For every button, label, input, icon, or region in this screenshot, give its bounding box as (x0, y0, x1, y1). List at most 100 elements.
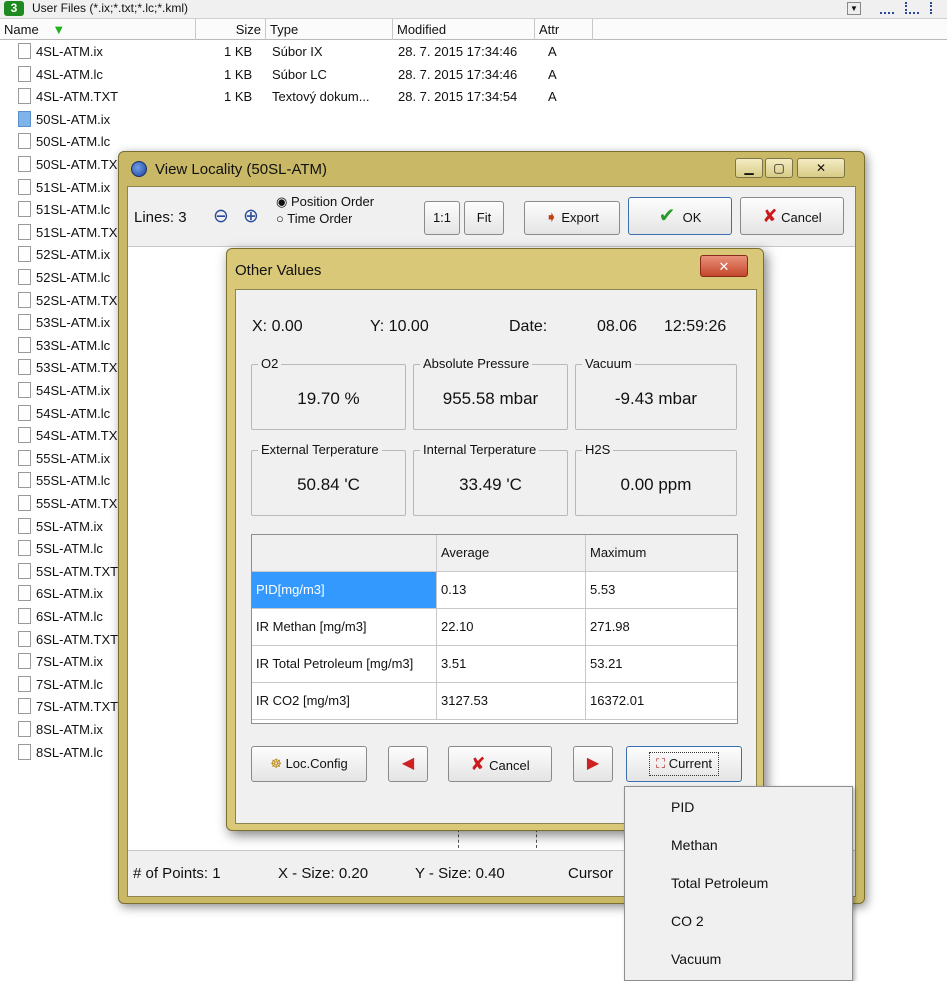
minimize-button[interactable]: ▁ (735, 158, 763, 178)
file-manager-toolbar: 3 User Files (*.ix;*.txt;*.lc;*.kml) ▼ (0, 0, 947, 18)
cancel-button[interactable]: ✘ Cancel (740, 197, 844, 235)
view-list-icon[interactable] (880, 2, 894, 14)
file-icon (18, 291, 31, 308)
internal-temperature-group: Internal Terperature 33.49 'C (413, 442, 568, 516)
menu-item[interactable]: Methan (627, 827, 851, 863)
file-icon (18, 223, 31, 240)
loc-config-button[interactable]: ☸ Loc.Config (251, 746, 367, 782)
file-icon (18, 43, 31, 59)
menu-item[interactable]: Vacuum (627, 941, 851, 977)
column-attr-header[interactable]: Attr (535, 19, 593, 40)
h2s-label: H2S (582, 442, 614, 457)
table-row-label[interactable]: IR Total Petroleum [mg/m3] (252, 646, 437, 683)
file-name: 7SL-ATM.TXT (36, 699, 119, 715)
next-arrow-button[interactable]: ▶ (573, 746, 613, 782)
file-row[interactable]: 4SL-ATM.TXT 1 KB Textový dokum... 28. 7. 20… (0, 86, 947, 109)
window-title: View Locality (50SL-ATM) (155, 161, 328, 178)
zoom-1to1-button[interactable]: 1:1 (424, 201, 460, 235)
table-row-label[interactable]: IR CO2 [mg/m3] (252, 683, 437, 720)
file-name: 53SL-ATM.TX (36, 360, 118, 376)
file-size: 1 KB (224, 89, 253, 105)
close-button[interactable]: ✕ (797, 158, 845, 178)
column-name-header[interactable]: Name ▼ (0, 19, 196, 40)
file-name: 52SL-ATM.TX (36, 292, 118, 308)
file-name: 8SL-ATM.lc (36, 744, 103, 760)
globe-icon (131, 161, 147, 177)
file-size: 1 KB (224, 44, 253, 59)
menu-item[interactable]: Total Petroleum (627, 865, 851, 901)
file-icon (18, 608, 31, 624)
file-icon (18, 472, 31, 489)
file-row[interactable]: 50SL-ATM.ix (0, 109, 947, 132)
file-icon (18, 721, 31, 737)
absolute-pressure-value: 955.58 mbar (442, 389, 539, 408)
time-order-label: Time Order (287, 211, 353, 225)
table-row-label[interactable]: IR Methan [mg/m3] (252, 609, 437, 646)
file-icon (18, 65, 31, 82)
view-icons-icon[interactable] (930, 2, 944, 14)
current-focus-box: ⛶ Current (648, 752, 720, 776)
file-size: 1 KB (224, 66, 253, 82)
fit-button[interactable]: Fit (464, 201, 504, 235)
file-row[interactable]: 4SL-ATM.lc 1 KB Súbor LC 28. 7. 2015 17:34:… (0, 64, 947, 87)
file-icon (18, 88, 31, 105)
window-titlebar[interactable]: View Locality (50SL-ATM) ▁ ▢ ✕ (119, 152, 864, 186)
time-order-radio[interactable]: ○ Time Order (276, 211, 352, 225)
file-name: 51SL-ATM.ix (36, 179, 111, 195)
file-row[interactable]: 4SL-ATM.ix 1 KB Súbor IX 28. 7. 2015 17:34:… (0, 41, 947, 64)
h2s-value: 0.00 ppm (620, 475, 692, 494)
radio-checked-icon: ◉ (276, 194, 291, 209)
current-button[interactable]: ⛶ Current (626, 746, 742, 782)
dropdown-arrow-icon[interactable]: ▼ (847, 2, 861, 15)
file-name: 51SL-ATM.TX (36, 224, 118, 240)
dialog-cancel-button[interactable]: ✘ Cancel (448, 746, 552, 782)
cancel-x-icon: ✘ (470, 754, 486, 774)
o2-label: O2 (258, 356, 282, 371)
file-icon (18, 540, 31, 557)
file-name: 4SL-ATM.lc (36, 66, 103, 82)
previous-arrow-button[interactable]: ◀ (388, 746, 428, 782)
table-header-maximum: Maximum (586, 535, 737, 572)
o2-value: 19.70 % (297, 389, 360, 408)
internal-temperature-value: 33.49 'C (459, 475, 522, 494)
file-name: 7SL-ATM.lc (36, 676, 103, 692)
file-icon (18, 336, 31, 353)
maximize-button[interactable]: ▢ (765, 158, 793, 178)
zoom-out-icon[interactable]: ⊖ (213, 205, 235, 227)
vacuum-group: Vacuum -9.43 mbar (575, 356, 737, 430)
ok-button[interactable]: ✔ OK (628, 197, 732, 235)
menu-item[interactable]: PID (627, 789, 851, 825)
file-filter-dropdown[interactable]: User Files (*.ix;*.txt;*.lc;*.kml) (28, 0, 808, 17)
table-cell: 5.53 (586, 572, 737, 609)
file-icon (18, 110, 31, 127)
file-icon (18, 495, 31, 511)
column-type-header[interactable]: Type (266, 19, 393, 40)
table-cell: 16372.01 (586, 683, 737, 720)
zoom-in-icon[interactable]: ⊕ (243, 205, 265, 227)
file-attr: A (548, 66, 557, 82)
dialog-close-button[interactable]: ✕ (700, 255, 748, 277)
file-name: 54SL-ATM.TX (36, 428, 118, 444)
table-cell: 271.98 (586, 609, 737, 646)
export-button[interactable]: ➧ Export (524, 201, 620, 235)
file-name: 55SL-ATM.TX (36, 496, 118, 511)
position-order-label: Position Order (290, 194, 375, 209)
file-icon (18, 382, 31, 398)
file-icon (18, 630, 31, 647)
absolute-pressure-group: Absolute Pressure 955.58 mbar (413, 356, 568, 430)
ok-label: OK (682, 210, 702, 225)
table-cell: 0.13 (437, 572, 586, 609)
file-list-header: Name ▼ Size Type Modified Attr (0, 18, 947, 40)
column-modified-header[interactable]: Modified (393, 19, 535, 40)
sort-down-icon: ▼ (52, 22, 66, 37)
column-size-header[interactable]: Size (196, 19, 266, 40)
file-name: 54SL-ATM.ix (36, 383, 111, 398)
table-row-label[interactable]: PID[mg/m3] (252, 572, 437, 609)
o2-group: O2 19.70 % (251, 356, 406, 430)
file-name: 4SL-ATM.TXT (36, 89, 119, 105)
file-icon (18, 653, 31, 670)
view-details-icon[interactable] (905, 2, 919, 14)
position-order-radio[interactable]: ◉ Position Order (276, 194, 374, 210)
chart-icon: ⛶ (655, 756, 666, 771)
menu-item[interactable]: CO 2 (627, 903, 851, 939)
